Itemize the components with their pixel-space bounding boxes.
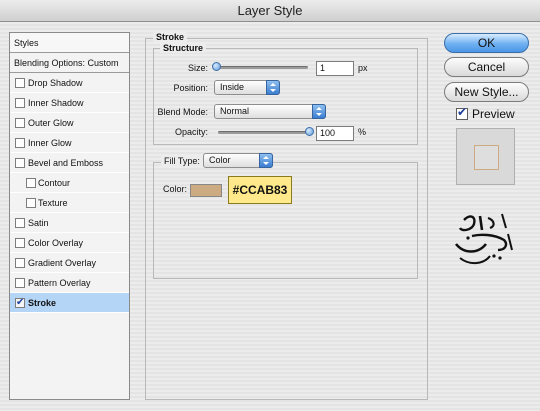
blend-mode-label: Blend Mode: (157, 107, 208, 117)
color-swatch[interactable] (190, 184, 222, 197)
preview-square (474, 145, 499, 170)
style-item-label: Drop Shadow (28, 78, 83, 88)
style-item-checkbox[interactable] (15, 238, 25, 248)
opacity-slider-thumb[interactable] (305, 127, 314, 136)
blend-mode-select-value: Normal (220, 106, 250, 116)
style-item-label: Bevel and Emboss (28, 158, 104, 168)
style-item-label: Texture (38, 198, 68, 208)
style-item-pattern-overlay[interactable]: Pattern Overlay (10, 273, 129, 293)
opacity-unit: % (358, 127, 367, 137)
style-item-label: Gradient Overlay (28, 258, 97, 268)
style-item-checkbox[interactable] (15, 258, 25, 268)
style-item-label: Outer Glow (28, 118, 74, 128)
style-item-checkbox[interactable] (15, 98, 25, 108)
style-item-gradient-overlay[interactable]: Gradient Overlay (10, 253, 129, 273)
opacity-field[interactable]: 100 (316, 126, 354, 141)
styles-header[interactable]: Styles (10, 33, 129, 53)
style-item-checkbox[interactable] (15, 138, 25, 148)
blending-options-item[interactable]: Blending Options: Custom (10, 53, 129, 73)
style-item-color-overlay[interactable]: Color Overlay (10, 233, 129, 253)
ok-button[interactable]: OK (444, 33, 529, 53)
window-title: Layer Style (0, 0, 540, 22)
position-select-value: Inside (220, 82, 245, 92)
style-item-checkbox[interactable] (15, 78, 25, 88)
style-item-checkbox[interactable] (15, 278, 25, 288)
style-item-label: Inner Shadow (28, 98, 84, 108)
select-arrows-icon (312, 104, 326, 119)
cancel-button[interactable]: Cancel (444, 57, 529, 77)
style-item-checkbox[interactable] (26, 198, 36, 208)
new-style-button[interactable]: New Style... (444, 82, 529, 102)
opacity-label: Opacity: (174, 127, 208, 137)
structure-group-title: Structure (160, 43, 207, 53)
style-item-label: Contour (38, 178, 71, 188)
styles-panel: Styles Blending Options: Custom Drop Sha… (9, 32, 130, 400)
fill-type-select[interactable]: Color (203, 153, 273, 168)
opacity-slider-track[interactable] (218, 131, 312, 134)
style-item-checkbox[interactable] (15, 218, 25, 228)
style-item-inner-glow[interactable]: Inner Glow (10, 133, 129, 153)
stroke-group-title: Stroke (153, 32, 188, 42)
style-item-label: Color Overlay (28, 238, 84, 248)
style-item-label: Stroke (28, 298, 57, 308)
select-arrows-icon (259, 153, 273, 168)
style-item-satin[interactable]: Satin (10, 213, 129, 233)
position-label: Position: (173, 83, 208, 93)
style-item-texture[interactable]: Texture (10, 193, 129, 213)
style-item-inner-shadow[interactable]: Inner Shadow (10, 93, 129, 113)
position-select[interactable]: Inside (214, 80, 280, 95)
blend-mode-select[interactable]: Normal (214, 104, 326, 119)
preview-label: Preview (472, 107, 515, 121)
color-label: Color: (163, 184, 188, 194)
style-item-label: Inner Glow (28, 138, 72, 148)
style-item-label: Satin (28, 218, 49, 228)
style-list: Drop Shadow Inner Shadow Outer Glow Inner G… (10, 73, 129, 313)
fill-type-select-value: Color (209, 155, 231, 165)
style-item-contour[interactable]: Contour (10, 173, 129, 193)
style-item-label: Pattern Overlay (28, 278, 91, 288)
style-item-checkbox[interactable] (15, 293, 25, 313)
select-arrows-icon (266, 80, 280, 95)
style-item-outer-glow[interactable]: Outer Glow (10, 113, 129, 133)
size-unit: px (358, 63, 368, 73)
fill-type-label: Fill Type: (161, 156, 203, 166)
style-preview-thumbnail (456, 128, 515, 185)
style-item-checkbox[interactable] (15, 118, 25, 128)
size-slider-track[interactable] (214, 66, 308, 69)
size-field[interactable]: 1 (316, 61, 354, 76)
style-item-stroke[interactable]: Stroke (10, 293, 129, 313)
size-slider-thumb[interactable] (212, 62, 221, 71)
style-item-checkbox[interactable] (15, 158, 25, 168)
size-label: Size: (187, 63, 208, 73)
style-item-bevel-and-emboss[interactable]: Bevel and Emboss (10, 153, 129, 173)
preview-checkbox[interactable] (456, 105, 468, 120)
style-item-drop-shadow[interactable]: Drop Shadow (10, 73, 129, 93)
style-item-checkbox[interactable] (26, 178, 36, 188)
color-hex-annotation: #CCAB83 (228, 176, 292, 204)
calligraphy-logo (454, 213, 513, 264)
